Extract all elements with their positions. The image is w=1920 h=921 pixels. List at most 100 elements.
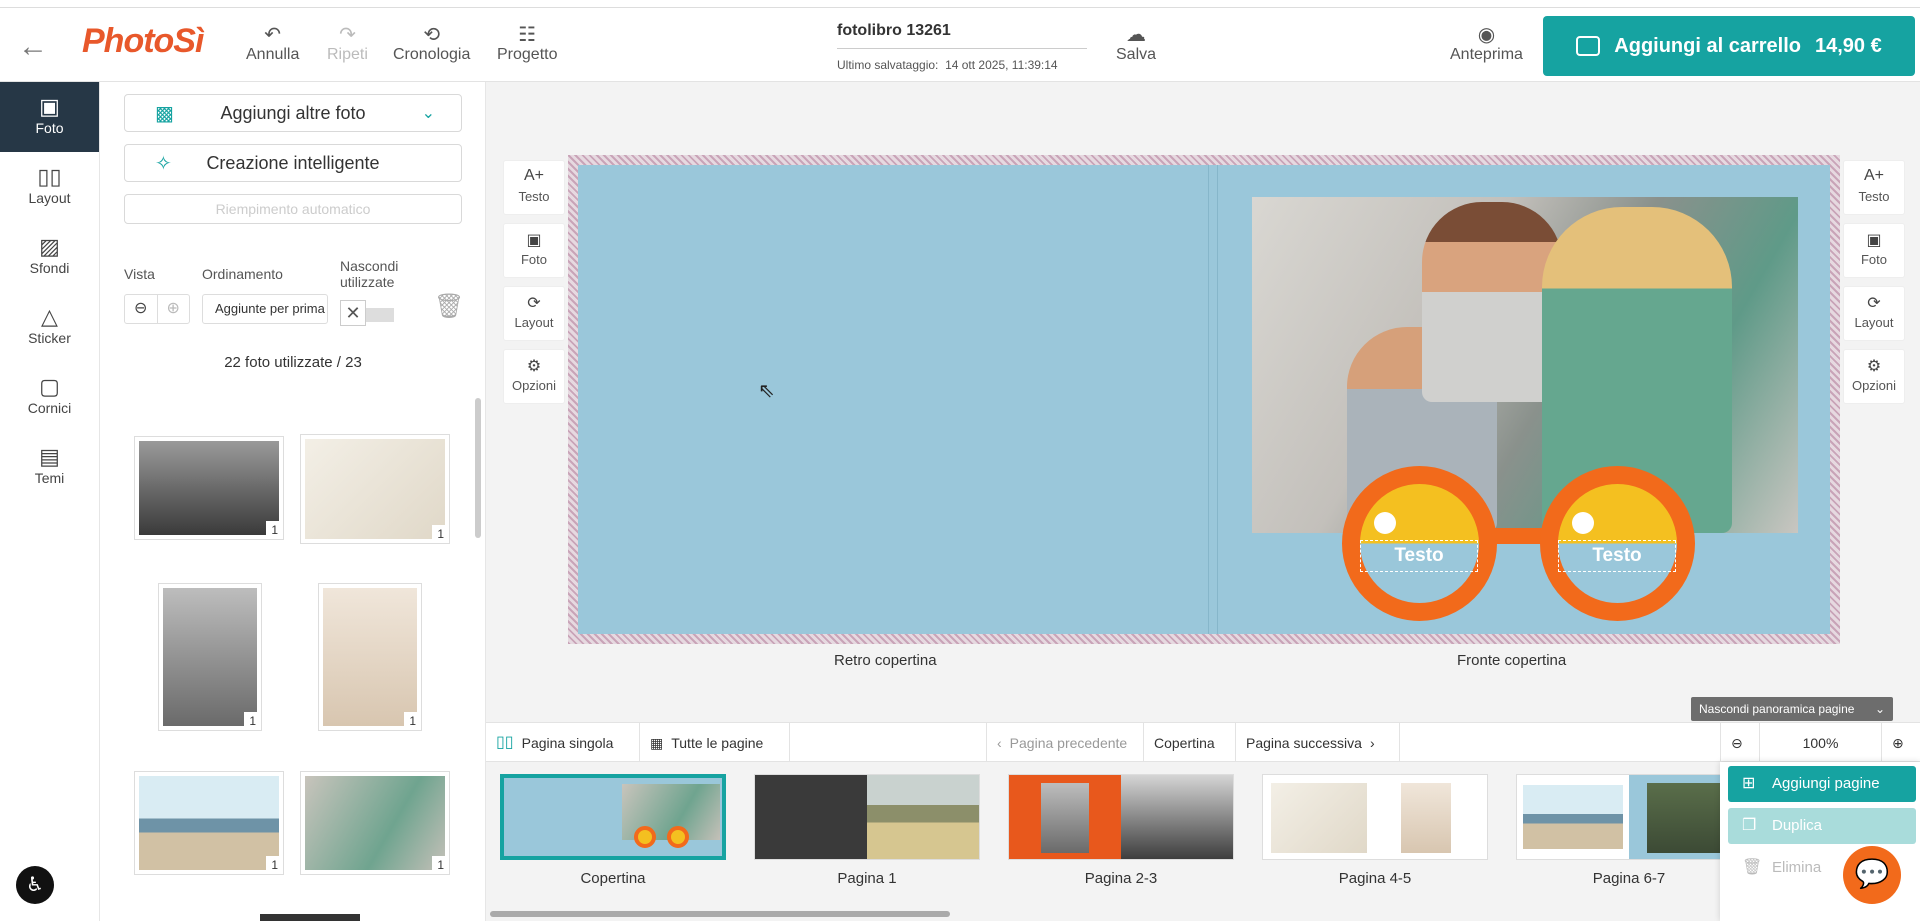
nav-item-sticker[interactable]: △ Sticker bbox=[0, 292, 99, 362]
trash-icon[interactable]: 🗑 bbox=[434, 292, 464, 321]
zoom-out-icon[interactable]: ⊖ bbox=[125, 295, 157, 323]
smart-creation-button[interactable]: ✧ Creazione intelligente bbox=[124, 144, 462, 182]
add-page-icon: ⊞ bbox=[1742, 775, 1756, 792]
chevron-left-icon: ‹ bbox=[997, 735, 1002, 751]
sort-select[interactable]: Aggiunte per prima bbox=[202, 294, 328, 324]
back-cover-label: Retro copertina bbox=[834, 652, 937, 669]
duplicate-icon: ❐ bbox=[1742, 817, 1757, 834]
history-button[interactable]: ⟲ Cronologia bbox=[393, 22, 470, 64]
photos-panel: ▩ Aggiungi altre foto ⌄ ✧ Creazione inte… bbox=[100, 82, 486, 921]
sticker-icon: △ bbox=[41, 304, 58, 329]
photo-thumbnail[interactable]: 1 bbox=[300, 434, 450, 544]
right-lens: Testo bbox=[1540, 466, 1695, 621]
duplicate-button[interactable]: ❐ Duplica bbox=[1728, 808, 1916, 844]
undo-icon: ↶ bbox=[264, 24, 282, 46]
last-saved-value: 14 ott 2025, 11:39:14 bbox=[945, 58, 1058, 72]
auto-fill-button[interactable]: Riempimento automatico bbox=[124, 194, 462, 224]
photo-thumbnail[interactable]: 1 bbox=[300, 771, 450, 875]
photo-image bbox=[163, 588, 257, 726]
layout-icon: ▯▯ bbox=[37, 164, 62, 189]
add-photos-button[interactable]: ▩ Aggiungi altre foto ⌄ bbox=[124, 94, 462, 132]
single-page-icon: ▯▯ bbox=[496, 734, 514, 751]
nav-item-sfondi[interactable]: ▨ Sfondi bbox=[0, 222, 99, 292]
project-label: Progetto bbox=[497, 46, 558, 63]
redo-button[interactable]: ↷ Ripeti bbox=[327, 22, 368, 64]
single-page-button[interactable]: ▯▯ Pagina singola bbox=[486, 723, 640, 763]
photo-image bbox=[323, 588, 417, 726]
page-photo bbox=[867, 775, 979, 859]
text-placeholder[interactable]: Testo bbox=[1558, 540, 1676, 572]
usage-badge: 1 bbox=[266, 856, 283, 874]
layout-button[interactable]: ⟳ Layout bbox=[503, 286, 565, 341]
options-button[interactable]: ⚙ Opzioni bbox=[503, 349, 565, 404]
text-placeholder[interactable]: Testo bbox=[1360, 540, 1478, 572]
panel-scrollbar[interactable] bbox=[475, 398, 481, 538]
options-button[interactable]: ⚙ Opzioni bbox=[1843, 349, 1905, 404]
zoom-in-button[interactable]: ⊕ bbox=[1882, 723, 1920, 763]
zoom-in-icon[interactable]: ⊕ bbox=[156, 295, 190, 323]
page-photo bbox=[1121, 775, 1233, 859]
nav-item-foto[interactable]: ▣ Foto bbox=[0, 82, 99, 152]
page-label: Pagina 6-7 bbox=[1592, 870, 1666, 887]
chevron-down-icon: ⌄ bbox=[421, 105, 435, 122]
project-button[interactable]: ☷ Progetto bbox=[497, 22, 557, 64]
next-page-button[interactable]: Pagina successiva › bbox=[1236, 723, 1400, 763]
close-icon: ✕ bbox=[340, 300, 366, 326]
current-page: Copertina bbox=[1144, 723, 1236, 763]
photo-thumbnail[interactable]: 1 bbox=[134, 436, 284, 540]
nav-label: Temi bbox=[34, 470, 65, 486]
nav-item-layout[interactable]: ▯▯ Layout bbox=[0, 152, 99, 222]
current-page-label: Copertina bbox=[1154, 735, 1215, 751]
hide-used-toggle[interactable]: ✕ bbox=[340, 300, 398, 326]
tool-label: Opzioni bbox=[511, 378, 557, 393]
tool-label: Testo bbox=[518, 189, 550, 204]
all-pages-button[interactable]: ▦ Tutte le pagine bbox=[640, 723, 790, 763]
add-to-cart-button[interactable]: Aggiungi al carrello 14,90 € bbox=[1543, 16, 1915, 76]
document-title[interactable]: fotolibro 13261 bbox=[837, 22, 1087, 49]
page-thumbnail-1[interactable]: Pagina 1 bbox=[754, 774, 980, 887]
photo-thumbnail[interactable]: 1 bbox=[134, 771, 284, 875]
nav-item-cornici[interactable]: ▢ Cornici bbox=[0, 362, 99, 432]
zoom-in-icon: ⊕ bbox=[1892, 735, 1904, 751]
background-icon: ▨ bbox=[39, 234, 60, 259]
nav-item-temi[interactable]: ▤ Temi bbox=[0, 432, 99, 502]
nav-label: Cornici bbox=[27, 400, 72, 416]
magic-icon: ✧ bbox=[155, 152, 172, 175]
page-photo bbox=[1401, 783, 1451, 853]
undo-button[interactable]: ↶ Annulla bbox=[246, 22, 299, 64]
save-button[interactable]: ☁ Salva bbox=[1116, 22, 1156, 64]
photo-thumbnail[interactable]: 1 bbox=[158, 583, 262, 731]
hide-overview-button[interactable]: Nascondi panoramica pagine ⌄ bbox=[1691, 697, 1893, 721]
add-photo-button[interactable]: ▣ Foto bbox=[1843, 223, 1905, 278]
arrow-left-icon[interactable]: ← bbox=[18, 30, 48, 64]
accessibility-icon[interactable]: ♿ bbox=[16, 866, 54, 904]
smart-creation-label: Creazione intelligente bbox=[206, 152, 380, 173]
page-thumbnail-2-3[interactable]: Pagina 2-3 bbox=[1008, 774, 1234, 887]
left-side-tools: A+ Testo ▣ Foto ⟳ Layout ⚙ Opzioni bbox=[503, 160, 565, 412]
nav-label: Sticker bbox=[28, 330, 71, 346]
cart-price: 14,90 € bbox=[1814, 34, 1882, 57]
page-thumbnail-6-7[interactable]: Pagina 6-7 bbox=[1516, 774, 1742, 887]
front-cover-label: Fronte copertina bbox=[1457, 652, 1567, 669]
add-text-button[interactable]: A+ Testo bbox=[503, 160, 565, 215]
add-text-button[interactable]: A+ Testo bbox=[1843, 160, 1905, 215]
zoom-out-button[interactable]: ⊖ bbox=[1720, 723, 1760, 763]
page-overview-strip: Copertina Pagina 1 Pagina 2-3 Pagina 4-5… bbox=[486, 762, 1920, 921]
logo: PhotoSì bbox=[82, 22, 204, 60]
add-photo-button[interactable]: ▣ Foto bbox=[503, 223, 565, 278]
page-photo bbox=[1523, 785, 1623, 849]
strip-scrollbar[interactable] bbox=[490, 911, 950, 917]
add-pages-button[interactable]: ⊞ Aggiungi pagine bbox=[1728, 766, 1916, 802]
layout-button[interactable]: ⟳ Layout bbox=[1843, 286, 1905, 341]
page-thumbnail-4-5[interactable]: Pagina 4-5 bbox=[1262, 774, 1488, 887]
page-thumbnail-copertina[interactable]: Copertina bbox=[500, 774, 726, 887]
cloud-save-icon: ☁ bbox=[1126, 24, 1147, 46]
add-text-icon: A+ bbox=[1863, 167, 1884, 184]
photo-thumbnail[interactable]: 1 bbox=[318, 583, 422, 731]
chat-icon[interactable]: 💬 bbox=[1843, 846, 1901, 904]
preview-button[interactable]: ◉ Anteprima bbox=[1450, 22, 1523, 64]
previous-page-button[interactable]: ‹ Pagina precedente bbox=[986, 723, 1144, 763]
sort-label: Ordinamento bbox=[202, 266, 283, 282]
glasses-sticker[interactable]: Testo Testo bbox=[1342, 466, 1695, 621]
photo-thumbnail-partial[interactable] bbox=[260, 914, 360, 921]
